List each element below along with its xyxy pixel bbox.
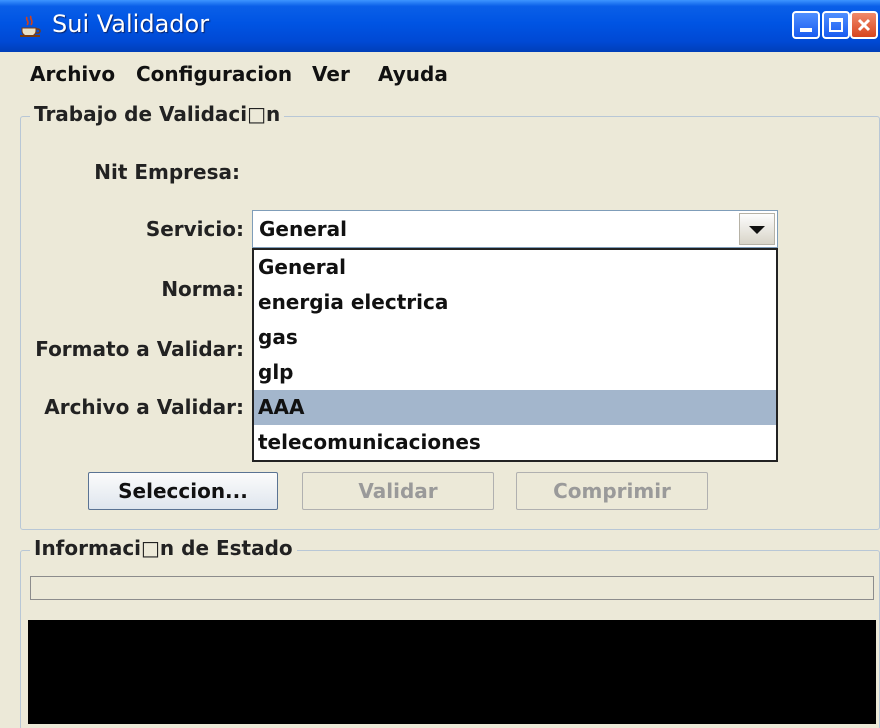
formato-label: Formato a Validar: — [35, 337, 244, 361]
servicio-combobox[interactable]: General — [252, 210, 778, 248]
servicio-label: Servicio: — [145, 217, 244, 241]
minimize-icon — [800, 28, 812, 32]
servicio-option-energia-electrica[interactable]: energia electrica — [254, 285, 776, 320]
servicio-option-aaa[interactable]: AAA — [254, 390, 776, 425]
servicio-option-gas[interactable]: gas — [254, 320, 776, 355]
menu-configuracion[interactable]: Configuracion — [136, 62, 292, 86]
validar-button[interactable]: Validar — [302, 472, 494, 510]
close-button[interactable] — [850, 11, 878, 39]
menu-archivo[interactable]: Archivo — [30, 62, 115, 86]
servicio-option-general[interactable]: General — [254, 250, 776, 285]
estado-title: Informaci□n de Estado — [30, 536, 297, 560]
menu-ayuda[interactable]: Ayuda — [378, 62, 448, 86]
maximize-button[interactable] — [822, 11, 850, 39]
app-window: Sui Validador Archivo Configuracion Ver … — [0, 0, 880, 728]
norma-label: Norma: — [161, 277, 244, 301]
java-cup-icon — [20, 15, 41, 37]
maximize-icon — [829, 18, 843, 32]
servicio-dropdown-button[interactable] — [739, 213, 775, 245]
servicio-dropdown-list: General energia electrica gas glp AAA te… — [252, 248, 778, 462]
servicio-option-telecomunicaciones[interactable]: telecomunicaciones — [254, 425, 776, 460]
minimize-button[interactable] — [792, 11, 820, 39]
trabajo-validacion-title: Trabajo de Validaci□n — [30, 102, 285, 126]
status-progress-bar — [30, 576, 874, 600]
seleccion-button[interactable]: Seleccion... — [88, 472, 278, 510]
window-title: Sui Validador — [52, 10, 210, 38]
servicio-selected-value: General — [259, 217, 347, 241]
menu-ver[interactable]: Ver — [312, 62, 350, 86]
menu-bar: Archivo Configuracion Ver Ayuda — [0, 52, 880, 96]
nit-label: Nit Empresa: — [94, 160, 240, 184]
servicio-option-glp[interactable]: glp — [254, 355, 776, 390]
status-output-area[interactable] — [28, 620, 876, 724]
title-bar[interactable]: Sui Validador — [0, 0, 880, 52]
archivo-label: Archivo a Validar: — [44, 395, 244, 419]
comprimir-button[interactable]: Comprimir — [516, 472, 708, 510]
chevron-down-icon — [749, 226, 765, 234]
close-icon — [857, 18, 871, 32]
